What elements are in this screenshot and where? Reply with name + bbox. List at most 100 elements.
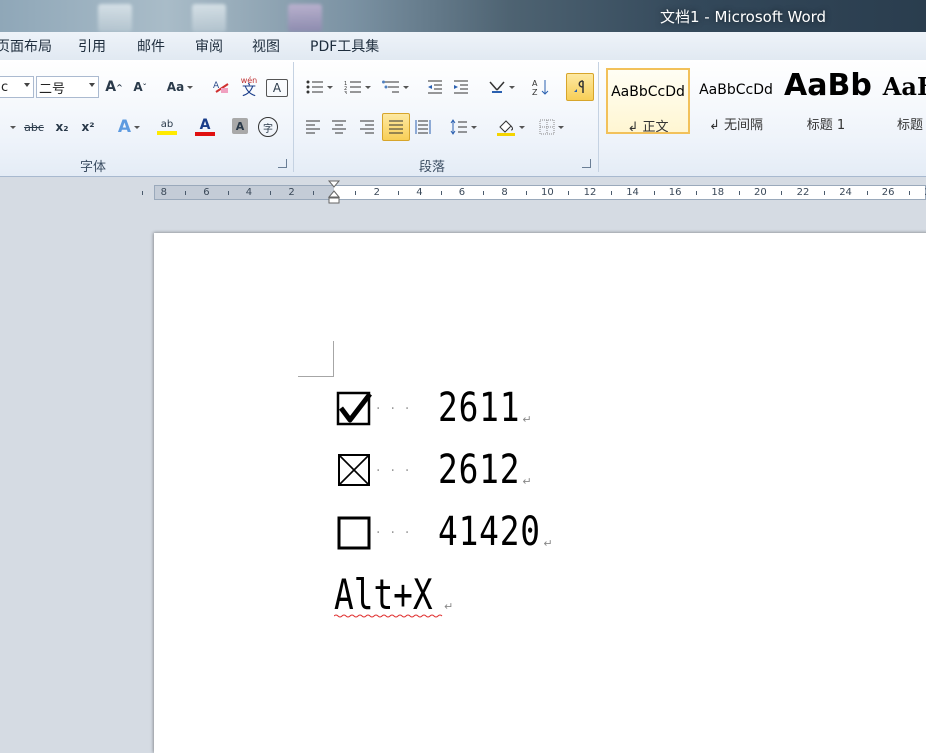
numbering-icon: 123: [344, 81, 361, 94]
svg-text:A: A: [532, 79, 538, 88]
paragraph-mark-icon: [574, 80, 584, 93]
bullets-icon: [306, 80, 323, 94]
paragraph-dialog-launcher[interactable]: [582, 159, 591, 168]
font-dialog-launcher[interactable]: [278, 159, 287, 168]
numbering-button[interactable]: 123: [340, 75, 374, 99]
shrink-font-button[interactable]: Aˇ: [130, 75, 150, 99]
character-border-button[interactable]: A: [266, 79, 288, 97]
ruler-tick: [227, 191, 229, 195]
sort-icon: AZ: [532, 79, 549, 96]
bold-dropdown-arrow[interactable]: [4, 115, 18, 139]
ruler-number: 6: [203, 187, 210, 198]
bullets-button[interactable]: [302, 75, 336, 99]
group-separator: [293, 62, 294, 172]
show-formatting-marks-button[interactable]: [566, 73, 594, 101]
text-effects-button[interactable]: A: [112, 115, 146, 139]
align-right-button[interactable]: [356, 115, 378, 139]
borders-icon: [539, 119, 554, 135]
change-case-icon: Aa: [166, 80, 185, 94]
chinese-layout-button[interactable]: [484, 75, 518, 99]
font-color-icon: A: [199, 117, 211, 133]
ruler-tick: [781, 191, 783, 195]
indent-marker-icon[interactable]: [327, 180, 341, 206]
tab-view[interactable]: 视图: [252, 36, 280, 56]
character-shading-button[interactable]: A: [232, 118, 248, 134]
style-no-spacing[interactable]: AaBbCcDd ↲ 无间隔: [694, 68, 778, 134]
strikethrough-icon: abc: [24, 120, 44, 134]
style-name: 标题: [896, 118, 923, 133]
ruler-tick: [483, 191, 485, 195]
phonetic-icon: 文: [242, 83, 256, 99]
document-page[interactable]: [154, 233, 926, 753]
group-separator: [598, 62, 599, 172]
align-center-button[interactable]: [328, 115, 350, 139]
ruler-tick: [909, 191, 911, 195]
clear-format-button[interactable]: A: [210, 75, 232, 99]
style-heading[interactable]: AaB 标题: [868, 68, 926, 134]
shortcut-text[interactable]: Alt+X: [334, 570, 433, 619]
paragraph-mark: ↵: [444, 600, 454, 613]
horizontal-ruler[interactable]: 8642246810121416182022242628: [142, 180, 926, 204]
paragraph-shading-button[interactable]: [492, 115, 528, 139]
paragraph-mark: ↵: [522, 412, 532, 426]
x-box-icon: [336, 452, 372, 488]
font-size-combo[interactable]: 二号: [36, 76, 99, 98]
chinese-layout-icon: [488, 81, 505, 93]
ruler-tick: [653, 191, 655, 195]
sort-button[interactable]: AZ: [530, 75, 552, 99]
font-color-button[interactable]: A: [188, 115, 222, 139]
borders-button[interactable]: [534, 115, 568, 139]
style-normal[interactable]: AaBbCcDd ↲ 正文: [606, 68, 690, 135]
svg-text:Z: Z: [532, 88, 538, 96]
highlight-button[interactable]: ab: [150, 115, 184, 139]
ruler-number: 4: [245, 187, 253, 198]
strikethrough-button[interactable]: abc: [22, 115, 46, 139]
tab-review[interactable]: 审阅: [195, 36, 223, 56]
check-box-icon: [336, 390, 372, 426]
increase-indent-icon: [454, 80, 468, 94]
ruler-area: 8642246810121416182022242628: [0, 177, 926, 207]
subscript-icon: x₂: [55, 120, 69, 134]
phonetic-guide-button[interactable]: wén 文: [238, 74, 260, 98]
font-name-combo[interactable]: c: [0, 76, 34, 98]
ruler-number: 2: [288, 187, 295, 198]
line-spacing-button[interactable]: [446, 115, 480, 139]
subscript-button[interactable]: x₂: [52, 115, 72, 139]
grow-font-icon: A: [105, 79, 117, 95]
document-line[interactable]: ··· 2612 ↵: [336, 444, 532, 496]
change-case-button[interactable]: Aa: [164, 75, 196, 99]
margin-corner-mark: [333, 341, 334, 376]
margin-corner-mark: [298, 376, 334, 377]
distributed-button[interactable]: [412, 115, 434, 139]
distributed-icon: [415, 120, 431, 134]
tab-page-layout[interactable]: 页面布局: [0, 36, 52, 56]
grow-font-button[interactable]: A ^: [104, 75, 124, 99]
ruler-tick: [525, 191, 527, 195]
tab-pdf-tools[interactable]: PDF工具集: [310, 36, 379, 56]
tab-references[interactable]: 引用: [78, 36, 106, 56]
increase-indent-button[interactable]: [450, 75, 472, 99]
tab-dots: ···: [376, 463, 420, 479]
style-sample: AaBbCcDd: [699, 82, 773, 98]
line-spacing-icon: [450, 119, 467, 135]
unicode-code: 2612: [438, 447, 521, 493]
spelling-squiggle: [334, 614, 443, 618]
document-line[interactable]: ··· 2611 ↵: [336, 382, 532, 434]
ruler-number: 22: [796, 187, 810, 198]
ruler-number: 26: [881, 187, 895, 198]
ribbon: c 二号 A ^ Aˇ Aa A wén 文 A abc x₂ x² A ab A…: [0, 60, 926, 177]
superscript-button[interactable]: x²: [78, 115, 98, 139]
align-left-button[interactable]: [302, 115, 324, 139]
enclose-characters-icon: 字: [263, 123, 273, 135]
ruler-number: 4: [416, 187, 423, 198]
justify-button[interactable]: [382, 113, 410, 141]
shrink-font-icon: A: [133, 80, 143, 94]
multilevel-list-button[interactable]: [378, 75, 412, 99]
style-heading-1[interactable]: AaBb 标题 1: [784, 68, 872, 134]
tab-mailings[interactable]: 邮件: [137, 36, 165, 56]
document-line[interactable]: ··· 41420 ↵: [336, 506, 553, 558]
enclose-characters-button[interactable]: 字: [258, 117, 278, 137]
paragraph-group-label: 段落: [419, 160, 446, 175]
ruler-tick: [696, 191, 698, 195]
decrease-indent-button[interactable]: [424, 75, 446, 99]
